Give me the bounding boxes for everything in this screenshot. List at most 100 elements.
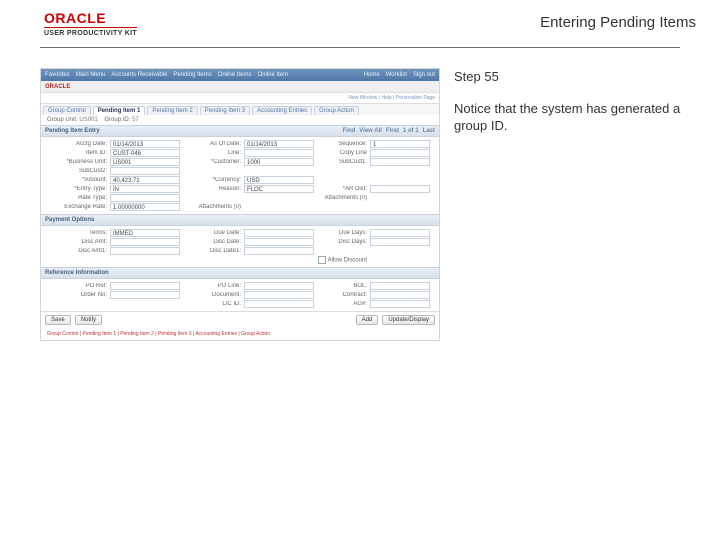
lbl: *Amount: <box>47 177 107 183</box>
payment-form: Terms:IMMED Due Date: Due Days: Disc Amt… <box>41 226 439 267</box>
lbl: Sequence: <box>317 141 367 147</box>
inp[interactable]: 01/14/2013 <box>244 140 314 148</box>
tool-viewall[interactable]: View All <box>359 128 382 134</box>
inp[interactable] <box>244 149 314 157</box>
group-unit-value: US001 <box>79 117 97 123</box>
lbl: *Customer: <box>183 159 241 165</box>
inp[interactable]: CUST-046 <box>110 149 180 157</box>
page-title: Entering Pending Items <box>540 10 700 31</box>
lbl: AG#: <box>317 301 367 307</box>
add-button[interactable]: Add <box>356 315 379 325</box>
lbl: SubCust1: <box>317 159 367 165</box>
pending-form: Acctg Date:01/14/2013 As Of Date:01/14/2… <box>41 137 439 214</box>
lbl: *Business Unit: <box>47 159 107 165</box>
content-row: Favorites Main Menu Accounts Receivable … <box>0 48 720 341</box>
lbl: Disc Date: <box>183 239 241 245</box>
inp[interactable] <box>244 300 314 308</box>
tab-strip: Group Control Pending Item 1 Pending Ite… <box>41 104 439 115</box>
inp[interactable] <box>370 291 430 299</box>
inp[interactable]: USD <box>244 176 314 184</box>
inp[interactable] <box>370 238 430 246</box>
inp[interactable]: IN <box>110 185 180 193</box>
section-payment-head: Payment Options <box>41 214 439 226</box>
inp[interactable]: FLOC <box>244 185 314 193</box>
tool-last[interactable]: Last <box>423 128 435 134</box>
app-subnav: ORACLE <box>41 81 439 93</box>
nav-right: Sign out <box>413 72 435 78</box>
window-tools: New Window | Help | Personalize Page <box>41 93 439 104</box>
inp[interactable] <box>110 194 180 202</box>
lbl: Disc Date1: <box>183 248 241 254</box>
inp[interactable] <box>244 238 314 246</box>
subnav-logo: ORACLE <box>45 84 70 90</box>
inp[interactable]: 1.00000000 <box>110 203 180 211</box>
instruction-text: Notice that the system has generated a g… <box>454 100 700 135</box>
lbl: Acctg Date: <box>47 141 107 147</box>
section-pending-head: Pending Item Entry Find View All First 1… <box>41 125 439 137</box>
inp[interactable] <box>370 185 430 193</box>
nav-item: Pending Items <box>173 72 211 78</box>
inp[interactable]: IMMED <box>110 229 180 237</box>
lbl: SubCust2: <box>47 168 107 174</box>
lbl: Due Days: <box>317 230 367 236</box>
nav-item: Online Item <box>257 72 288 78</box>
lbl: Contract: <box>317 292 367 298</box>
notify-button[interactable]: Notify <box>75 315 102 325</box>
tool-first[interactable]: First <box>386 128 399 134</box>
lbl: Disc Amt1: <box>47 248 107 254</box>
nav-item: Accounts Receivable <box>111 72 167 78</box>
group-id-label: Group ID: <box>104 117 130 123</box>
tab-group-control[interactable]: Group Control <box>43 106 91 115</box>
tab-pending-item-2[interactable]: Pending Item 2 <box>147 106 197 115</box>
nav-item: Favorites <box>45 72 70 78</box>
inp[interactable]: 1 <box>370 140 430 148</box>
inp[interactable] <box>110 167 180 175</box>
lbl: Reason: <box>183 186 241 192</box>
save-button[interactable]: Save <box>45 315 71 325</box>
brand-subtitle: USER PRODUCTIVITY KIT <box>44 27 137 37</box>
tool-find[interactable]: Find <box>343 128 356 134</box>
lbl: PO Line: <box>183 283 241 289</box>
lbl: As Of Date: <box>183 141 241 147</box>
inp[interactable] <box>110 282 180 290</box>
lbl: L/C ID: <box>183 301 241 307</box>
update-display-button[interactable]: Update/Display <box>382 315 435 325</box>
lbl: PO Ref: <box>47 283 107 289</box>
tab-pending-item-3[interactable]: Pending Item 3 <box>200 106 250 115</box>
inp[interactable] <box>244 247 314 255</box>
lbl: Line: <box>183 150 241 156</box>
lbl: Rate Type: <box>47 195 107 201</box>
inp[interactable] <box>110 247 180 255</box>
bottom-tab-links: Group Control | Pending Item 1 | Pending… <box>41 328 439 340</box>
step-label: Step 55 <box>454 68 700 86</box>
app-screenshot: Favorites Main Menu Accounts Receivable … <box>40 68 440 341</box>
lbl: BOL: <box>317 283 367 289</box>
allow-discount-label: Allow Discount <box>317 256 367 264</box>
tab-pending-item-1[interactable]: Pending Item 1 <box>93 106 146 115</box>
inp[interactable] <box>370 282 430 290</box>
inp[interactable] <box>244 229 314 237</box>
allow-discount-text: Allow Discount <box>328 258 367 264</box>
tab-accounting-entries[interactable]: Accounting Entries <box>252 106 312 115</box>
inp[interactable]: US001 <box>110 158 180 166</box>
lbl: Order No: <box>47 292 107 298</box>
app-navbar: Favorites Main Menu Accounts Receivable … <box>41 69 439 81</box>
inp[interactable] <box>370 149 430 157</box>
inp[interactable]: 1000 <box>244 158 314 166</box>
inp[interactable]: 01/14/2013 <box>110 140 180 148</box>
lbl: *AR Dist: <box>317 186 367 192</box>
inp[interactable] <box>244 291 314 299</box>
inp[interactable] <box>370 229 430 237</box>
inp[interactable] <box>244 282 314 290</box>
inp[interactable] <box>370 300 430 308</box>
section-pending-tools: Find View All First 1 of 1 Last <box>343 128 435 134</box>
lbl: *Entry Type: <box>47 186 107 192</box>
inp[interactable] <box>370 158 430 166</box>
inp[interactable]: 40,423.71 <box>110 176 180 184</box>
group-unit-label: Group Unit: <box>47 117 78 123</box>
allow-discount-checkbox[interactable] <box>318 256 326 264</box>
section-pending-title: Pending Item Entry <box>45 128 100 134</box>
tab-group-action[interactable]: Group Action <box>314 106 359 115</box>
inp[interactable] <box>110 291 180 299</box>
inp[interactable] <box>110 238 180 246</box>
